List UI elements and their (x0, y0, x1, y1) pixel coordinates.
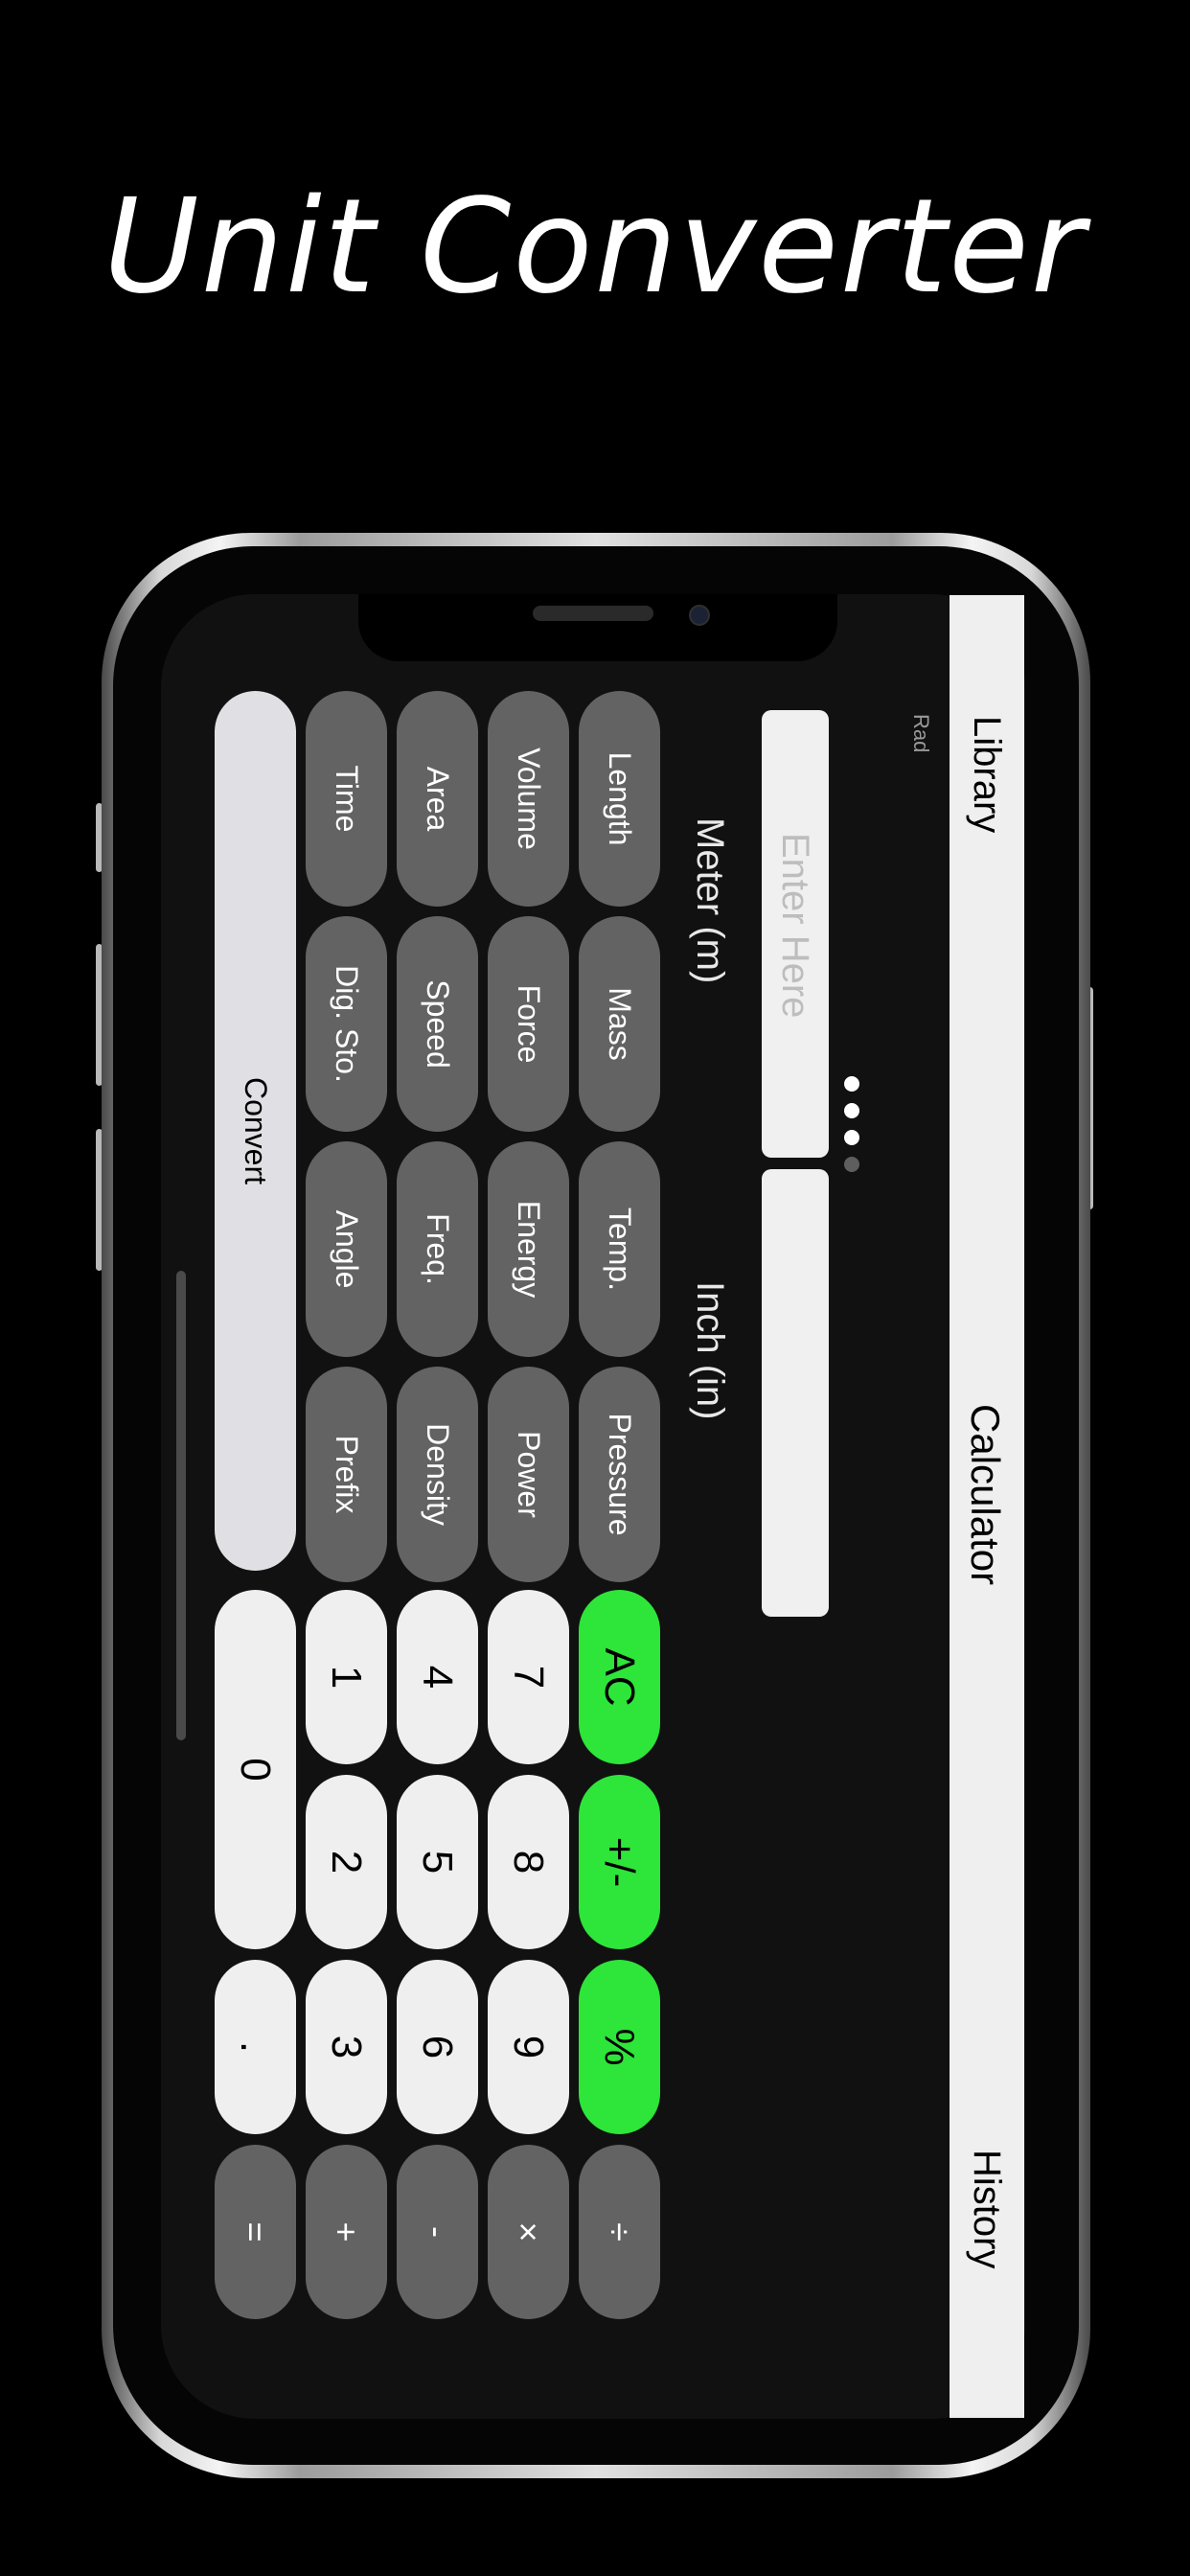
phone-notch (358, 594, 837, 661)
from-unit-label[interactable]: Meter (m) (688, 817, 731, 983)
category-volume[interactable]: Volume (488, 691, 569, 907)
digit-1-button[interactable]: 1 (306, 1590, 387, 1764)
category-angle[interactable]: Angle (306, 1141, 387, 1357)
page-dot[interactable] (844, 1076, 859, 1092)
divide-button[interactable]: ÷ (579, 2145, 660, 2319)
category-temperature[interactable]: Temp. (579, 1141, 660, 1357)
digit-2-button[interactable]: 2 (306, 1775, 387, 1949)
multiply-button[interactable]: × (488, 2145, 569, 2319)
digit-6-button[interactable]: 6 (397, 1960, 478, 2134)
digit-8-button[interactable]: 8 (488, 1775, 569, 1949)
convert-button[interactable]: Convert (215, 691, 296, 1571)
page-dot-active[interactable] (844, 1157, 859, 1172)
earpiece-speaker (533, 606, 653, 621)
front-camera (689, 605, 710, 626)
category-time[interactable]: Time (306, 691, 387, 907)
category-pressure[interactable]: Pressure (579, 1367, 660, 1582)
category-power[interactable]: Power (488, 1367, 569, 1582)
promo-title: Unit Converter (103, 172, 1087, 323)
category-area[interactable]: Area (397, 691, 478, 907)
equals-button[interactable]: = (215, 2145, 296, 2319)
home-indicator[interactable] (176, 1271, 186, 1740)
digit-9-button[interactable]: 9 (488, 1960, 569, 2134)
sign-toggle-button[interactable]: +/- (579, 1775, 660, 1949)
digit-0-button[interactable]: 0 (215, 1590, 296, 1949)
digit-3-button[interactable]: 3 (306, 1960, 387, 2134)
to-unit-label[interactable]: Inch (in) (688, 1281, 731, 1420)
category-length[interactable]: Length (579, 691, 660, 907)
category-energy[interactable]: Energy (488, 1141, 569, 1357)
category-mass[interactable]: Mass (579, 916, 660, 1132)
category-force[interactable]: Force (488, 916, 569, 1132)
nav-library-button[interactable]: Library (965, 716, 1008, 833)
category-speed[interactable]: Speed (397, 916, 478, 1132)
decimal-button[interactable]: . (215, 1960, 296, 2134)
plus-button[interactable]: + (306, 2145, 387, 2319)
digit-7-button[interactable]: 7 (488, 1590, 569, 1764)
nav-history-button[interactable]: History (965, 2150, 1008, 2268)
category-digital-storage[interactable]: Dig. Sto. (306, 916, 387, 1132)
category-frequency[interactable]: Freq. (397, 1141, 478, 1357)
converter-input-field[interactable]: Enter Here (762, 710, 829, 1158)
digit-5-button[interactable]: 5 (397, 1775, 478, 1949)
category-grid: Length Mass Temp. Pressure Volume Force … (239, 691, 660, 1582)
page-dot[interactable] (844, 1103, 859, 1118)
percent-button[interactable]: % (579, 1960, 660, 2134)
category-density[interactable]: Density (397, 1367, 478, 1582)
converter-output-field (762, 1169, 829, 1617)
nav-calculator-title: Calculator (963, 1404, 1008, 1586)
convert-row: Convert (215, 691, 296, 1571)
category-prefix[interactable]: Prefix (306, 1367, 387, 1582)
angle-mode-label[interactable]: Rad (908, 714, 933, 752)
minus-button[interactable]: - (397, 2145, 478, 2319)
digit-4-button[interactable]: 4 (397, 1590, 478, 1764)
page-dot[interactable] (844, 1130, 859, 1145)
nav-bar: Library Calculator History (950, 595, 1024, 2418)
all-clear-button[interactable]: AC (579, 1590, 660, 1764)
unit-converter-app: Library Calculator History Rad Enter Her… (206, 595, 1024, 2418)
keypad: AC +/- % ÷ 7 8 9 × 4 5 6 - 1 2 3 + 0 . = (215, 1590, 660, 2326)
